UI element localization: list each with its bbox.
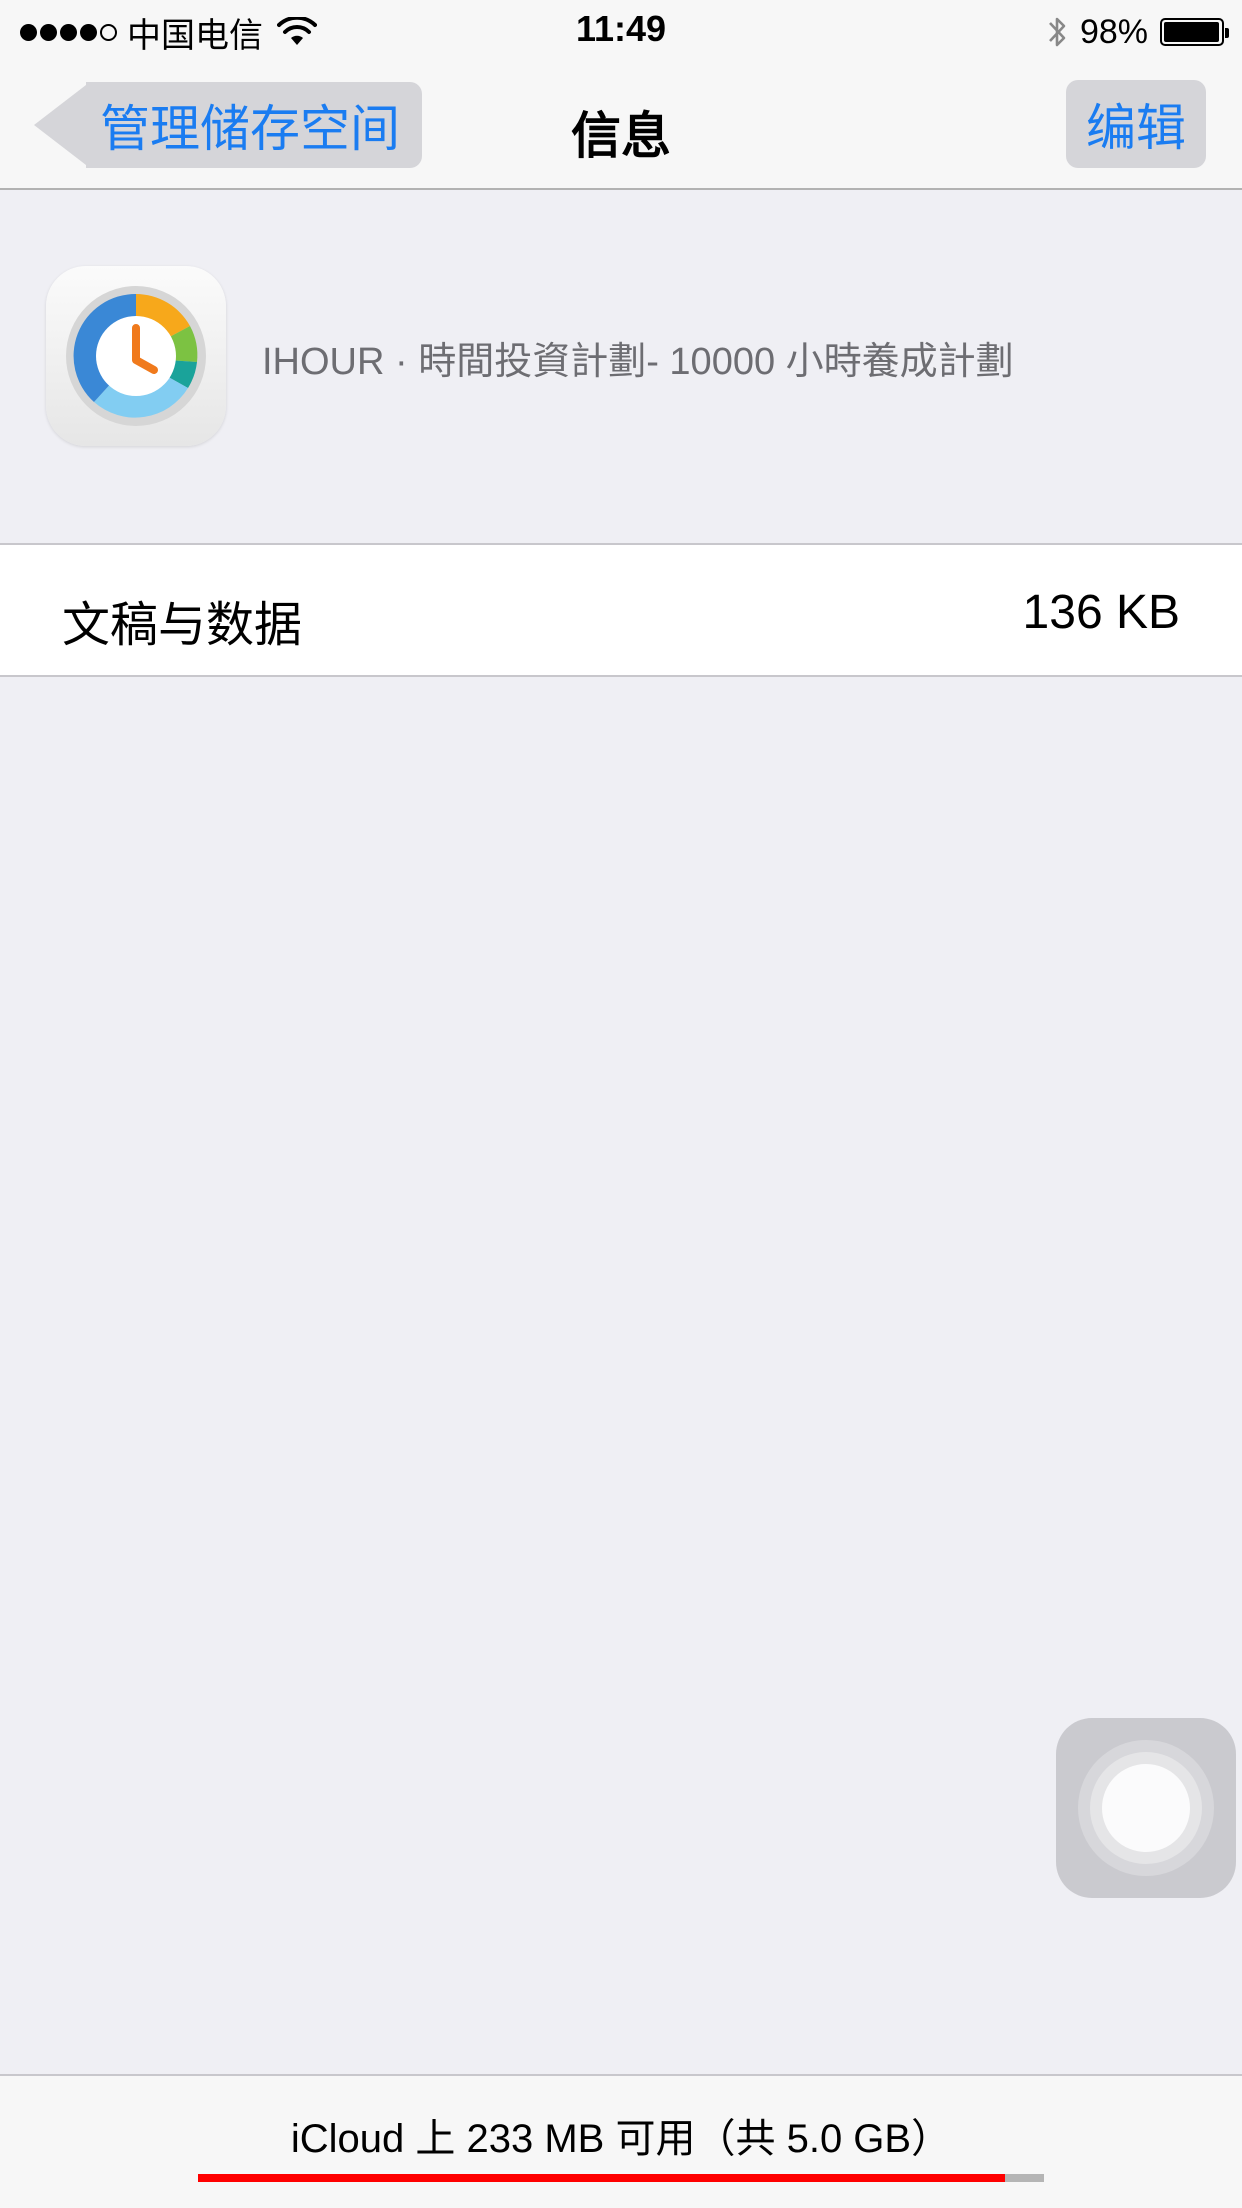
storage-available-text: iCloud 上 233 MB 可用（共 5.0 GB） [290, 2117, 952, 2161]
bluetooth-icon [1048, 17, 1066, 47]
battery-cap [1225, 28, 1229, 38]
battery-level [1164, 22, 1219, 42]
edit-button[interactable]: 编辑 [1066, 80, 1206, 168]
status-bar: 中国电信 11:49 98% [0, 0, 1242, 60]
clock-pie-icon [46, 266, 226, 446]
page-title: 信息 [571, 108, 671, 164]
storage-usage-fill [198, 2174, 1005, 2182]
battery-icon [1160, 18, 1229, 46]
storage-footer: iCloud 上 233 MB 可用（共 5.0 GB） [0, 2074, 1242, 2208]
storage-usage-bar [198, 2174, 1044, 2182]
app-icon-graphic [66, 286, 206, 426]
status-bar-right: 98% [1046, 10, 1229, 54]
row-label: 文稿与数据 [62, 599, 303, 652]
assistive-touch-ring-outer [1078, 1740, 1214, 1876]
list-item-documents-data[interactable]: 文稿与数据 136 KB [0, 545, 1242, 677]
assistive-touch-button[interactable] [1056, 1718, 1236, 1898]
navigation-bar: 管理储存空间 信息 编辑 [0, 60, 1242, 190]
assistive-touch-core [1102, 1764, 1190, 1852]
app-name: IHOUR · 時間投資計劃- 10000 小時養成計劃 [262, 341, 1014, 383]
assistive-touch-ring-inner [1090, 1752, 1202, 1864]
battery-percent: 98% [1079, 12, 1148, 51]
app-header: IHOUR · 時間投資計劃- 10000 小時養成計劃 [0, 190, 1242, 545]
row-value: 136 KB [1022, 586, 1180, 639]
